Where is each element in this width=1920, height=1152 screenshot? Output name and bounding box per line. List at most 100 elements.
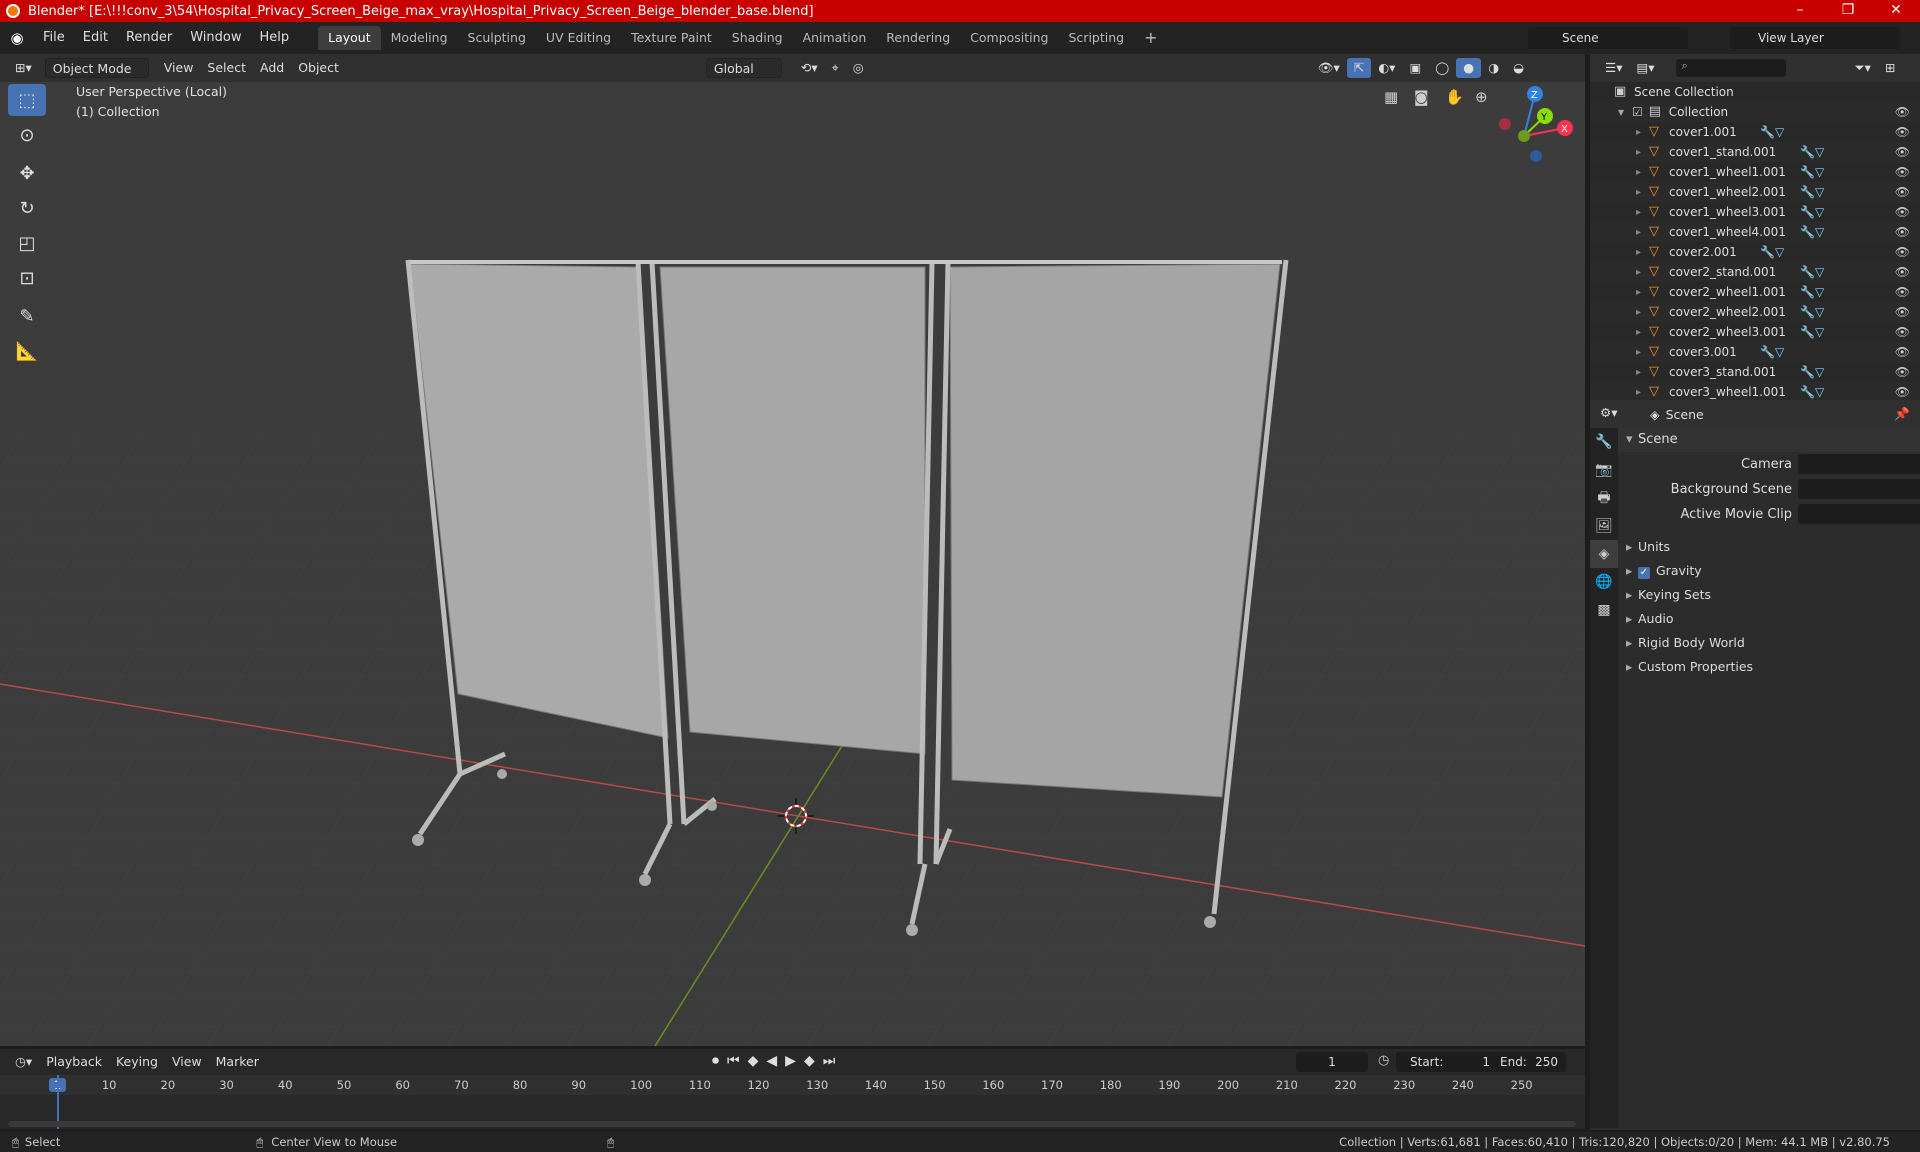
pin-icon[interactable]: 📌 bbox=[1894, 406, 1910, 422]
proportional-edit-icon[interactable]: ◎ bbox=[846, 58, 871, 78]
close-icon[interactable]: ✕ bbox=[1876, 0, 1916, 22]
rigid-body-world-panel[interactable]: Rigid Body World bbox=[1618, 631, 1920, 655]
annotate-tool-icon[interactable]: ✎ bbox=[8, 300, 46, 332]
timeline-menu-keying[interactable]: Keying bbox=[109, 1052, 165, 1072]
visibility-icon[interactable]: 👁▾ bbox=[1311, 58, 1347, 78]
end-frame-field[interactable]: End: 250 bbox=[1494, 1052, 1566, 1072]
orientation-dropdown[interactable]: Global bbox=[705, 58, 782, 78]
outliner-item[interactable]: ▸ ▽ cover2_stand.001 🔧▽ 👁 bbox=[1590, 262, 1920, 282]
render-tab-icon[interactable]: 📷 bbox=[1590, 456, 1618, 484]
timeline-menu-playback[interactable]: Playback bbox=[39, 1052, 109, 1072]
expand-arrow-icon[interactable]: ▸ bbox=[1636, 227, 1641, 238]
add-workspace-icon[interactable]: + bbox=[1134, 26, 1167, 50]
tab-animation[interactable]: Animation bbox=[793, 26, 877, 50]
modifier-wrench-icon[interactable]: 🔧▽ bbox=[1800, 365, 1824, 379]
tab-modeling[interactable]: Modeling bbox=[381, 26, 458, 50]
eye-icon[interactable]: 👁 bbox=[1895, 305, 1910, 319]
new-collection-icon[interactable]: ⊞ bbox=[1878, 58, 1902, 78]
eye-icon[interactable]: 👁 bbox=[1895, 245, 1910, 259]
collection-checkbox-icon[interactable]: ☑ bbox=[1632, 105, 1643, 119]
outliner-search-input[interactable]: ⌕ bbox=[1675, 59, 1786, 77]
outliner-item[interactable]: ▸ ▽ cover1_wheel3.001 🔧▽ 👁 bbox=[1590, 202, 1920, 222]
wireframe-shading-icon[interactable]: ◯ bbox=[1428, 58, 1456, 78]
menu-file[interactable]: File bbox=[34, 27, 74, 49]
tab-sculpting[interactable]: Sculpting bbox=[458, 26, 536, 50]
scale-tool-icon[interactable]: ◰ bbox=[8, 227, 46, 259]
scene-section-header[interactable]: ▾ Scene bbox=[1618, 428, 1920, 452]
modifier-wrench-icon[interactable]: 🔧▽ bbox=[1800, 305, 1824, 319]
tab-uv-editing[interactable]: UV Editing bbox=[536, 26, 621, 50]
modifier-wrench-icon[interactable]: 🔧▽ bbox=[1800, 185, 1824, 199]
viewport-menu-view[interactable]: View bbox=[157, 58, 201, 78]
play-reverse-icon[interactable]: ◀ bbox=[766, 1053, 785, 1069]
tool-tab-icon[interactable]: 🔧 bbox=[1590, 428, 1618, 456]
outliner-scene-collection[interactable]: ▣ Scene Collection bbox=[1590, 82, 1920, 102]
3d-viewport[interactable]: Z Y X ▦ ◙ ✋ ⊕ bbox=[0, 54, 1585, 1046]
cursor-tool-icon[interactable]: ⊙ bbox=[8, 119, 46, 151]
outliner-item[interactable]: ▸ ▽ cover2_wheel1.001 🔧▽ 👁 bbox=[1590, 282, 1920, 302]
camera-field[interactable] bbox=[1798, 454, 1920, 474]
frame-ruler[interactable]: 1102030405060708090100110120130140150160… bbox=[0, 1075, 1585, 1095]
filter-icon[interactable]: ⏷▾ bbox=[1848, 58, 1878, 78]
tab-rendering[interactable]: Rendering bbox=[876, 26, 960, 50]
outliner-editor-type-icon[interactable]: ☰▾ bbox=[1598, 58, 1629, 78]
expand-arrow-icon[interactable]: ▸ bbox=[1636, 147, 1641, 158]
expand-arrow-icon[interactable]: ▸ bbox=[1636, 307, 1641, 318]
current-frame-field[interactable]: 1 bbox=[1296, 1052, 1368, 1072]
output-tab-icon[interactable]: 🖶 bbox=[1590, 484, 1618, 512]
tab-shading[interactable]: Shading bbox=[722, 26, 793, 50]
keying-sets-panel[interactable]: Keying Sets bbox=[1618, 583, 1920, 607]
modifier-wrench-icon[interactable]: 🔧▽ bbox=[1800, 225, 1824, 239]
outliner-item[interactable]: ▸ ▽ cover1.001 🔧▽ 👁 bbox=[1590, 122, 1920, 142]
rotate-tool-icon[interactable]: ↻ bbox=[8, 192, 46, 224]
screen-panel-right[interactable] bbox=[949, 263, 1281, 798]
tab-compositing[interactable]: Compositing bbox=[960, 26, 1058, 50]
viewport-menu-object[interactable]: Object bbox=[291, 58, 346, 78]
play-icon[interactable]: ▶ bbox=[785, 1053, 804, 1069]
expand-arrow-icon[interactable]: ▸ bbox=[1636, 347, 1641, 358]
timeline-scrollbar[interactable] bbox=[8, 1121, 1576, 1127]
clock-icon[interactable]: ◷ bbox=[1378, 1053, 1389, 1068]
solid-shading-icon[interactable]: ● bbox=[1456, 58, 1482, 78]
world-tab-icon[interactable]: 🌐 bbox=[1590, 568, 1618, 596]
prev-keyframe-icon[interactable]: ◆ bbox=[748, 1053, 767, 1069]
tab-layout[interactable]: Layout bbox=[318, 26, 381, 50]
gizmo-toggle-icon[interactable]: ⇱ bbox=[1346, 58, 1372, 78]
eye-icon[interactable]: 👁 bbox=[1895, 385, 1910, 399]
modifier-wrench-icon[interactable]: 🔧▽ bbox=[1800, 165, 1824, 179]
modifier-wrench-icon[interactable]: 🔧▽ bbox=[1800, 325, 1824, 339]
view-layer-tab-icon[interactable]: 🖼 bbox=[1590, 512, 1618, 540]
snap-icon[interactable]: ⌖ bbox=[825, 58, 846, 78]
overlay-toggle-icon[interactable]: ◐▾ bbox=[1371, 58, 1402, 78]
jump-start-icon[interactable]: ⏮ bbox=[727, 1053, 748, 1069]
xray-toggle-icon[interactable]: ▣ bbox=[1402, 58, 1428, 78]
background-scene-field[interactable] bbox=[1798, 479, 1920, 499]
properties-editor-type-icon[interactable]: ⚙▾ bbox=[1600, 405, 1617, 420]
outliner-item[interactable]: ▸ ▽ cover1_stand.001 🔧▽ 👁 bbox=[1590, 142, 1920, 162]
units-panel[interactable]: Units bbox=[1618, 535, 1920, 559]
menu-window[interactable]: Window bbox=[181, 27, 250, 49]
view-layer-selector[interactable]: View Layer bbox=[1730, 27, 1900, 49]
maximize-icon[interactable]: ❐ bbox=[1828, 0, 1868, 22]
mode-dropdown[interactable]: Object Mode bbox=[44, 58, 149, 78]
outliner-item[interactable]: ▸ ▽ cover1_wheel1.001 🔧▽ 👁 bbox=[1590, 162, 1920, 182]
modifier-wrench-icon[interactable]: 🔧▽ bbox=[1800, 265, 1824, 279]
modifier-wrench-icon[interactable]: 🔧▽ bbox=[1760, 125, 1784, 139]
minimize-icon[interactable]: – bbox=[1780, 0, 1820, 22]
timeline-menu-marker[interactable]: Marker bbox=[209, 1052, 266, 1072]
eye-icon[interactable]: 👁 bbox=[1895, 325, 1910, 339]
tab-scripting[interactable]: Scripting bbox=[1059, 26, 1135, 50]
texture-tab-icon[interactable]: ▩ bbox=[1590, 596, 1618, 624]
screen-panel-middle[interactable] bbox=[659, 266, 926, 755]
expand-arrow-icon[interactable]: ▸ bbox=[1636, 247, 1641, 258]
timeline-menu-view[interactable]: View bbox=[165, 1052, 209, 1072]
custom-properties-panel[interactable]: Custom Properties bbox=[1618, 655, 1920, 679]
expand-arrow-icon[interactable]: ▾ bbox=[1618, 105, 1624, 119]
modifier-wrench-icon[interactable]: 🔧▽ bbox=[1760, 245, 1784, 259]
menu-help[interactable]: Help bbox=[251, 27, 299, 49]
measure-tool-icon[interactable]: 📐 bbox=[8, 335, 46, 367]
menu-render[interactable]: Render bbox=[117, 27, 181, 49]
eye-icon[interactable]: 👁 bbox=[1895, 365, 1910, 379]
modifier-wrench-icon[interactable]: 🔧▽ bbox=[1800, 145, 1824, 159]
outliner-item[interactable]: ▸ ▽ cover2_wheel3.001 🔧▽ 👁 bbox=[1590, 322, 1920, 342]
